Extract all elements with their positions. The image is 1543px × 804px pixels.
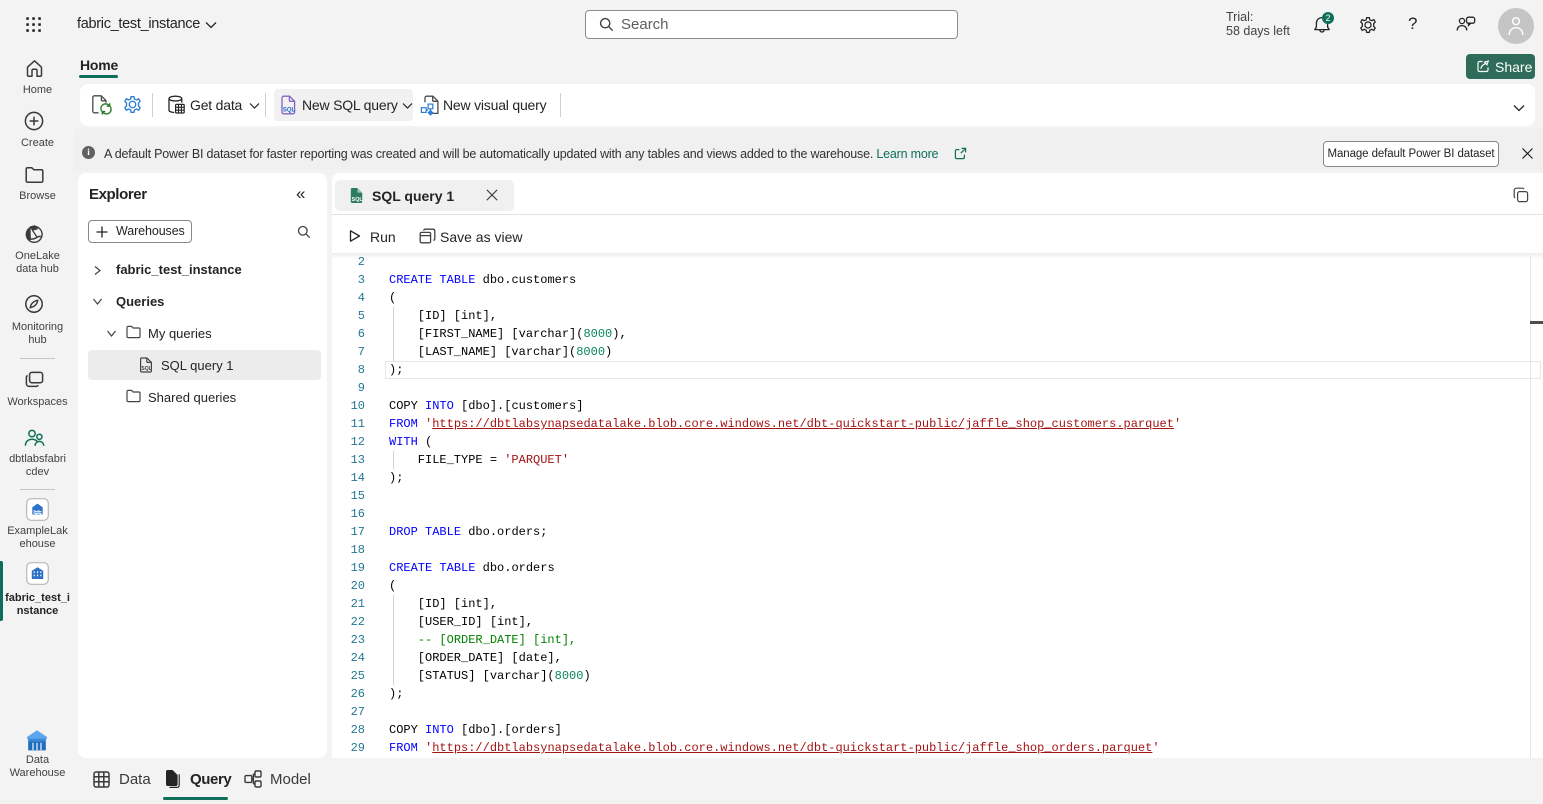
svg-text:SQL: SQL (141, 366, 151, 372)
svg-text:SQL: SQL (352, 197, 364, 203)
svg-text:SQL: SQL (283, 107, 296, 113)
